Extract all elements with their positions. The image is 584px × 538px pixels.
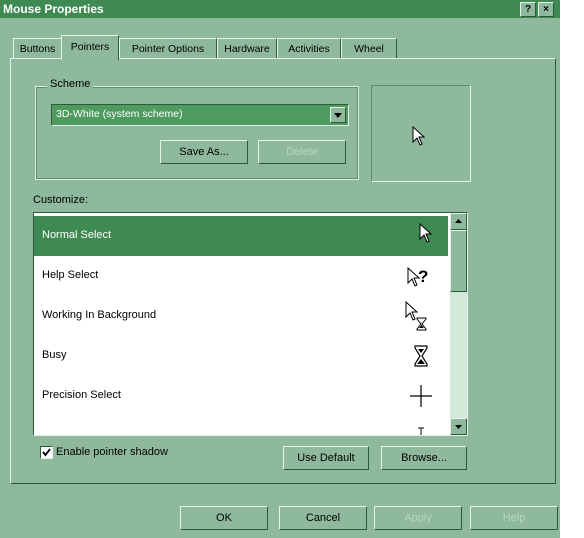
list-item-partial xyxy=(34,416,448,435)
list-item[interactable]: Precision Select xyxy=(34,376,448,416)
scroll-down-button[interactable] xyxy=(450,418,467,435)
customize-label: Customize: xyxy=(33,194,89,206)
apply-button[interactable]: Apply xyxy=(374,506,462,530)
scroll-up-button[interactable] xyxy=(450,213,467,230)
help-select-icon: ? xyxy=(396,260,436,292)
enable-pointer-shadow-checkbox[interactable] xyxy=(40,446,53,459)
delete-button[interactable]: Delete xyxy=(258,140,346,164)
use-default-button[interactable]: Use Default xyxy=(283,446,369,470)
cursor-list[interactable]: Normal Select Help Select ? Working In B… xyxy=(33,212,468,436)
chevron-down-icon[interactable] xyxy=(330,107,346,123)
list-scrollbar[interactable] xyxy=(450,213,467,435)
list-item-label: Working In Background xyxy=(42,309,157,321)
scheme-dropdown[interactable]: 3D-White (system scheme) xyxy=(51,104,349,126)
enable-pointer-shadow-label[interactable]: Enable pointer shadow xyxy=(56,446,168,458)
list-item-label: Normal Select xyxy=(42,229,112,241)
tab-activities[interactable]: Activities xyxy=(277,38,341,59)
text-select-icon xyxy=(396,418,436,435)
tab-pointers[interactable]: Pointers xyxy=(61,35,119,60)
cancel-button[interactable]: Cancel xyxy=(279,506,367,530)
pointer-preview xyxy=(371,85,471,182)
ok-button[interactable]: OK xyxy=(180,506,268,530)
browse-button[interactable]: Browse... xyxy=(381,446,467,470)
chevron-down-icon xyxy=(455,425,462,429)
list-item[interactable]: Working In Background xyxy=(34,296,448,336)
working-background-icon xyxy=(396,300,436,332)
save-as-button[interactable]: Save As... xyxy=(160,140,248,164)
list-item[interactable]: Busy xyxy=(34,336,448,376)
list-item-label: Busy xyxy=(42,349,67,361)
arrow-icon xyxy=(396,220,436,252)
window-title: Mouse Properties xyxy=(3,2,104,16)
list-item[interactable]: Normal Select xyxy=(34,216,448,256)
tab-buttons[interactable]: Buttons xyxy=(13,38,62,59)
title-bar[interactable]: Mouse Properties ? × xyxy=(0,0,560,18)
scheme-group xyxy=(35,86,359,180)
arrow-icon xyxy=(412,126,426,146)
hourglass-icon xyxy=(396,340,436,372)
close-title-button[interactable]: × xyxy=(538,2,554,17)
chevron-up-icon xyxy=(455,219,462,223)
tab-hardware[interactable]: Hardware xyxy=(217,38,277,59)
scheme-label: Scheme xyxy=(47,78,94,90)
tab-pointer-options[interactable]: Pointer Options xyxy=(119,38,217,59)
scheme-selected-value: 3D-White (system scheme) xyxy=(56,108,183,120)
svg-text:?: ? xyxy=(418,267,428,286)
help-title-button[interactable]: ? xyxy=(520,2,536,17)
scroll-thumb[interactable] xyxy=(450,230,467,292)
crosshair-icon xyxy=(396,380,436,412)
checkmark-icon xyxy=(42,448,51,457)
list-item[interactable]: Help Select ? xyxy=(34,256,448,296)
tab-wheel[interactable]: Wheel xyxy=(341,38,397,59)
list-item-label: Precision Select xyxy=(42,389,121,401)
help-button[interactable]: Help xyxy=(470,506,558,530)
mouse-properties-window: Mouse Properties ? × Buttons Pointers Po… xyxy=(0,0,560,538)
list-item-label: Help Select xyxy=(42,269,99,281)
